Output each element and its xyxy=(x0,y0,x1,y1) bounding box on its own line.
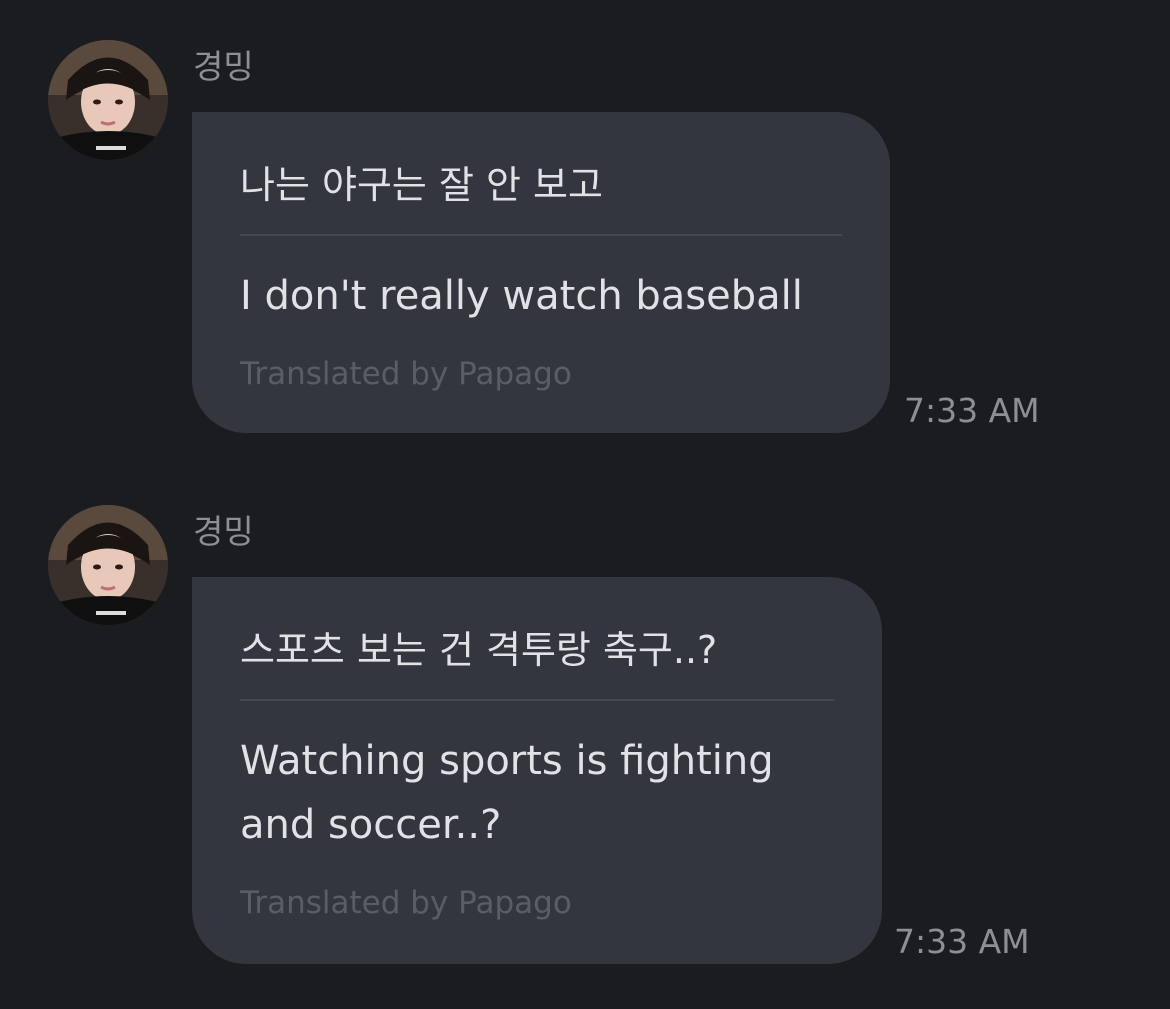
translation-credit: Translated by Papago xyxy=(240,885,572,921)
original-text: 스포츠 보는 건 격투랑 축구..? xyxy=(240,628,718,672)
sender-name: 경밍 xyxy=(193,47,254,86)
avatar[interactable] xyxy=(48,40,168,160)
translated-text: Watching sports is fighting and soccer..… xyxy=(240,738,774,848)
divider xyxy=(240,699,834,701)
sender-name: 경밍 xyxy=(193,512,254,551)
translated-text: I don't really watch baseball xyxy=(240,273,803,319)
original-text: 나는 야구는 잘 안 보고 xyxy=(240,163,603,207)
profile-photo-icon xyxy=(48,505,168,625)
message-bubble[interactable]: 나는 야구는 잘 안 보고 I don't really watch baseb… xyxy=(192,112,890,433)
message-bubble[interactable]: 스포츠 보는 건 격투랑 축구..? Watching sports is fi… xyxy=(192,577,882,964)
timestamp: 7:33 AM xyxy=(904,391,1040,430)
divider xyxy=(240,234,842,236)
translation-credit: Translated by Papago xyxy=(240,356,572,392)
timestamp: 7:33 AM xyxy=(894,922,1030,961)
avatar[interactable] xyxy=(48,505,168,625)
profile-photo-icon xyxy=(48,40,168,160)
